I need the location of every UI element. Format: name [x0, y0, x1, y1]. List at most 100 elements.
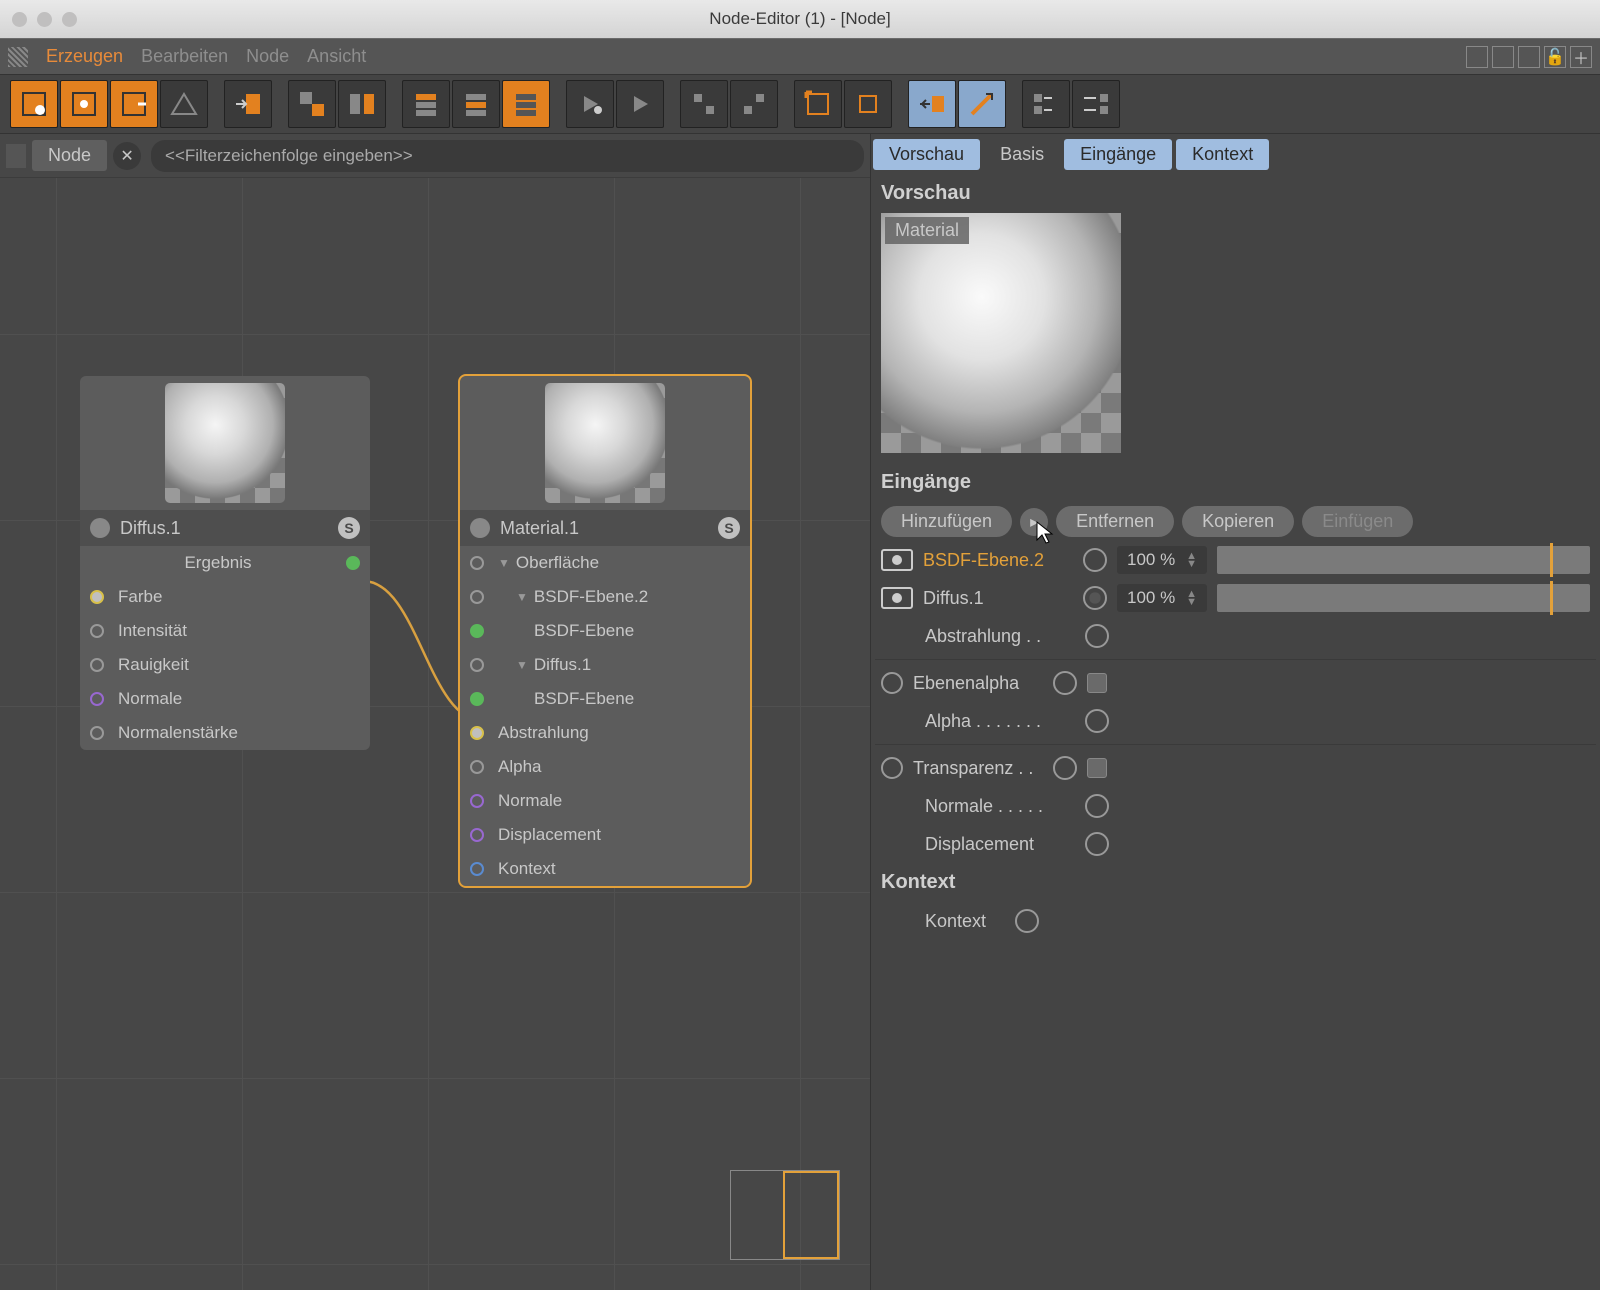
layout-icon-3[interactable]: [1518, 46, 1540, 68]
input-port[interactable]: [470, 726, 484, 740]
tool-create-3[interactable]: [110, 80, 158, 128]
input-port[interactable]: [90, 658, 104, 672]
tool-triangle[interactable]: [160, 80, 208, 128]
input-port[interactable]: [470, 862, 484, 876]
tool-nav-2[interactable]: [958, 80, 1006, 128]
section-eingaenge: Eingänge: [875, 463, 1596, 502]
radio-button[interactable]: [881, 672, 903, 694]
tool-create-1[interactable]: [10, 80, 58, 128]
input-port[interactable]: [470, 828, 484, 842]
menu-bearbeiten[interactable]: Bearbeiten: [141, 46, 228, 67]
input-port[interactable]: [470, 692, 484, 706]
input-port[interactable]: [470, 556, 484, 570]
tabs: Vorschau Basis Eingänge Kontext: [871, 134, 1600, 174]
tool-play-2[interactable]: [616, 80, 664, 128]
input-port[interactable]: [470, 590, 484, 604]
breadcrumb[interactable]: Node: [32, 140, 107, 171]
node-canvas-area: Node ✕ <<Filterzeichenfolge eingeben>> D…: [0, 134, 870, 1290]
input-port[interactable]: [470, 658, 484, 672]
layout-icon-1[interactable]: [1466, 46, 1488, 68]
row-label: BSDF-Ebene: [534, 621, 634, 641]
socket-icon[interactable]: [1053, 756, 1077, 780]
tab-basis[interactable]: Basis: [984, 139, 1060, 170]
radio-button[interactable]: [881, 757, 903, 779]
node-material[interactable]: Material.1 S ▼Oberfläche ▼BSDF-Ebene.2 B…: [460, 376, 750, 886]
chevron-down-icon[interactable]: ▼: [516, 590, 528, 604]
tool-frame-2[interactable]: [844, 80, 892, 128]
checkbox[interactable]: [1087, 673, 1107, 693]
input-port[interactable]: [470, 760, 484, 774]
window-title: Node-Editor (1) - [Node]: [0, 9, 1600, 29]
remove-button[interactable]: Entfernen: [1056, 506, 1174, 537]
solo-icon[interactable]: S: [338, 517, 360, 539]
input-port[interactable]: [90, 726, 104, 740]
tool-align-1[interactable]: [402, 80, 450, 128]
titlebar: Node-Editor (1) - [Node]: [0, 0, 1600, 38]
param-label: Normale . . . . .: [925, 796, 1075, 817]
socket-icon[interactable]: [1085, 832, 1109, 856]
add-button[interactable]: Hinzufügen: [881, 506, 1012, 537]
solo-icon[interactable]: S: [718, 517, 740, 539]
input-port[interactable]: [470, 794, 484, 808]
input-port[interactable]: [90, 692, 104, 706]
tool-connect-1[interactable]: [1022, 80, 1070, 128]
percent-slider[interactable]: [1217, 584, 1590, 612]
socket-icon[interactable]: [1085, 624, 1109, 648]
input-port[interactable]: [470, 624, 484, 638]
socket-icon[interactable]: [1085, 794, 1109, 818]
socket-icon[interactable]: [1015, 909, 1039, 933]
percent-field[interactable]: 100 %▲▼: [1117, 584, 1207, 612]
menu-ansicht[interactable]: Ansicht: [307, 46, 366, 67]
copy-button[interactable]: Kopieren: [1182, 506, 1294, 537]
tool-play-1[interactable]: [566, 80, 614, 128]
percent-slider[interactable]: [1217, 546, 1590, 574]
tool-misc-2[interactable]: [730, 80, 778, 128]
tool-create-2[interactable]: [60, 80, 108, 128]
socket-icon[interactable]: [1083, 586, 1107, 610]
chevron-down-icon[interactable]: ▼: [516, 658, 528, 672]
nav-viewport: [783, 1171, 839, 1259]
checkbox[interactable]: [1087, 758, 1107, 778]
percent-field[interactable]: 100 %▲▼: [1117, 546, 1207, 574]
tool-align-3[interactable]: [502, 80, 550, 128]
tool-connect-2[interactable]: [1072, 80, 1120, 128]
attribute-panel: Vorschau Basis Eingänge Kontext Vorschau…: [870, 134, 1600, 1290]
node-title-label: Material.1: [500, 518, 579, 539]
filter-input[interactable]: <<Filterzeichenfolge eingeben>>: [151, 140, 864, 172]
menu-node[interactable]: Node: [246, 46, 289, 67]
tool-import[interactable]: [224, 80, 272, 128]
row-label: Alpha: [498, 757, 541, 777]
socket-icon[interactable]: [1083, 548, 1107, 572]
node-diffus[interactable]: Diffus.1 S Ergebnis Farbe Intensität Rau…: [80, 376, 370, 750]
visibility-toggle[interactable]: [881, 587, 913, 609]
tab-vorschau[interactable]: Vorschau: [873, 139, 980, 170]
drag-handle-icon[interactable]: [6, 144, 26, 168]
tool-group-1[interactable]: [288, 80, 336, 128]
app-icon: [8, 47, 28, 67]
input-port[interactable]: [90, 624, 104, 638]
output-port[interactable]: [346, 556, 360, 570]
menu-erzeugen[interactable]: Erzeugen: [46, 46, 123, 67]
tool-group-2[interactable]: [338, 80, 386, 128]
param-label: Displacement: [925, 834, 1075, 855]
tab-eingaenge[interactable]: Eingänge: [1064, 139, 1172, 170]
tool-misc-1[interactable]: [680, 80, 728, 128]
tool-align-2[interactable]: [452, 80, 500, 128]
paste-button[interactable]: Einfügen: [1302, 506, 1413, 537]
input-port[interactable]: [90, 590, 104, 604]
clear-filter-button[interactable]: ✕: [113, 142, 141, 170]
chevron-down-icon[interactable]: ▼: [498, 556, 510, 570]
tab-kontext[interactable]: Kontext: [1176, 139, 1269, 170]
menubar: Erzeugen Bearbeiten Node Ansicht 🔓 ＋: [0, 38, 1600, 74]
tool-nav-1[interactable]: [908, 80, 956, 128]
socket-icon[interactable]: [1053, 671, 1077, 695]
add-panel-icon[interactable]: ＋: [1570, 46, 1592, 68]
navigator[interactable]: [730, 1170, 840, 1260]
node-type-icon: [470, 518, 490, 538]
tool-frame-1[interactable]: [794, 80, 842, 128]
visibility-toggle[interactable]: [881, 549, 913, 571]
lock-icon[interactable]: 🔓: [1544, 46, 1566, 68]
socket-icon[interactable]: [1085, 709, 1109, 733]
layout-icon-2[interactable]: [1492, 46, 1514, 68]
node-graph[interactable]: Diffus.1 S Ergebnis Farbe Intensität Rau…: [0, 178, 870, 1290]
